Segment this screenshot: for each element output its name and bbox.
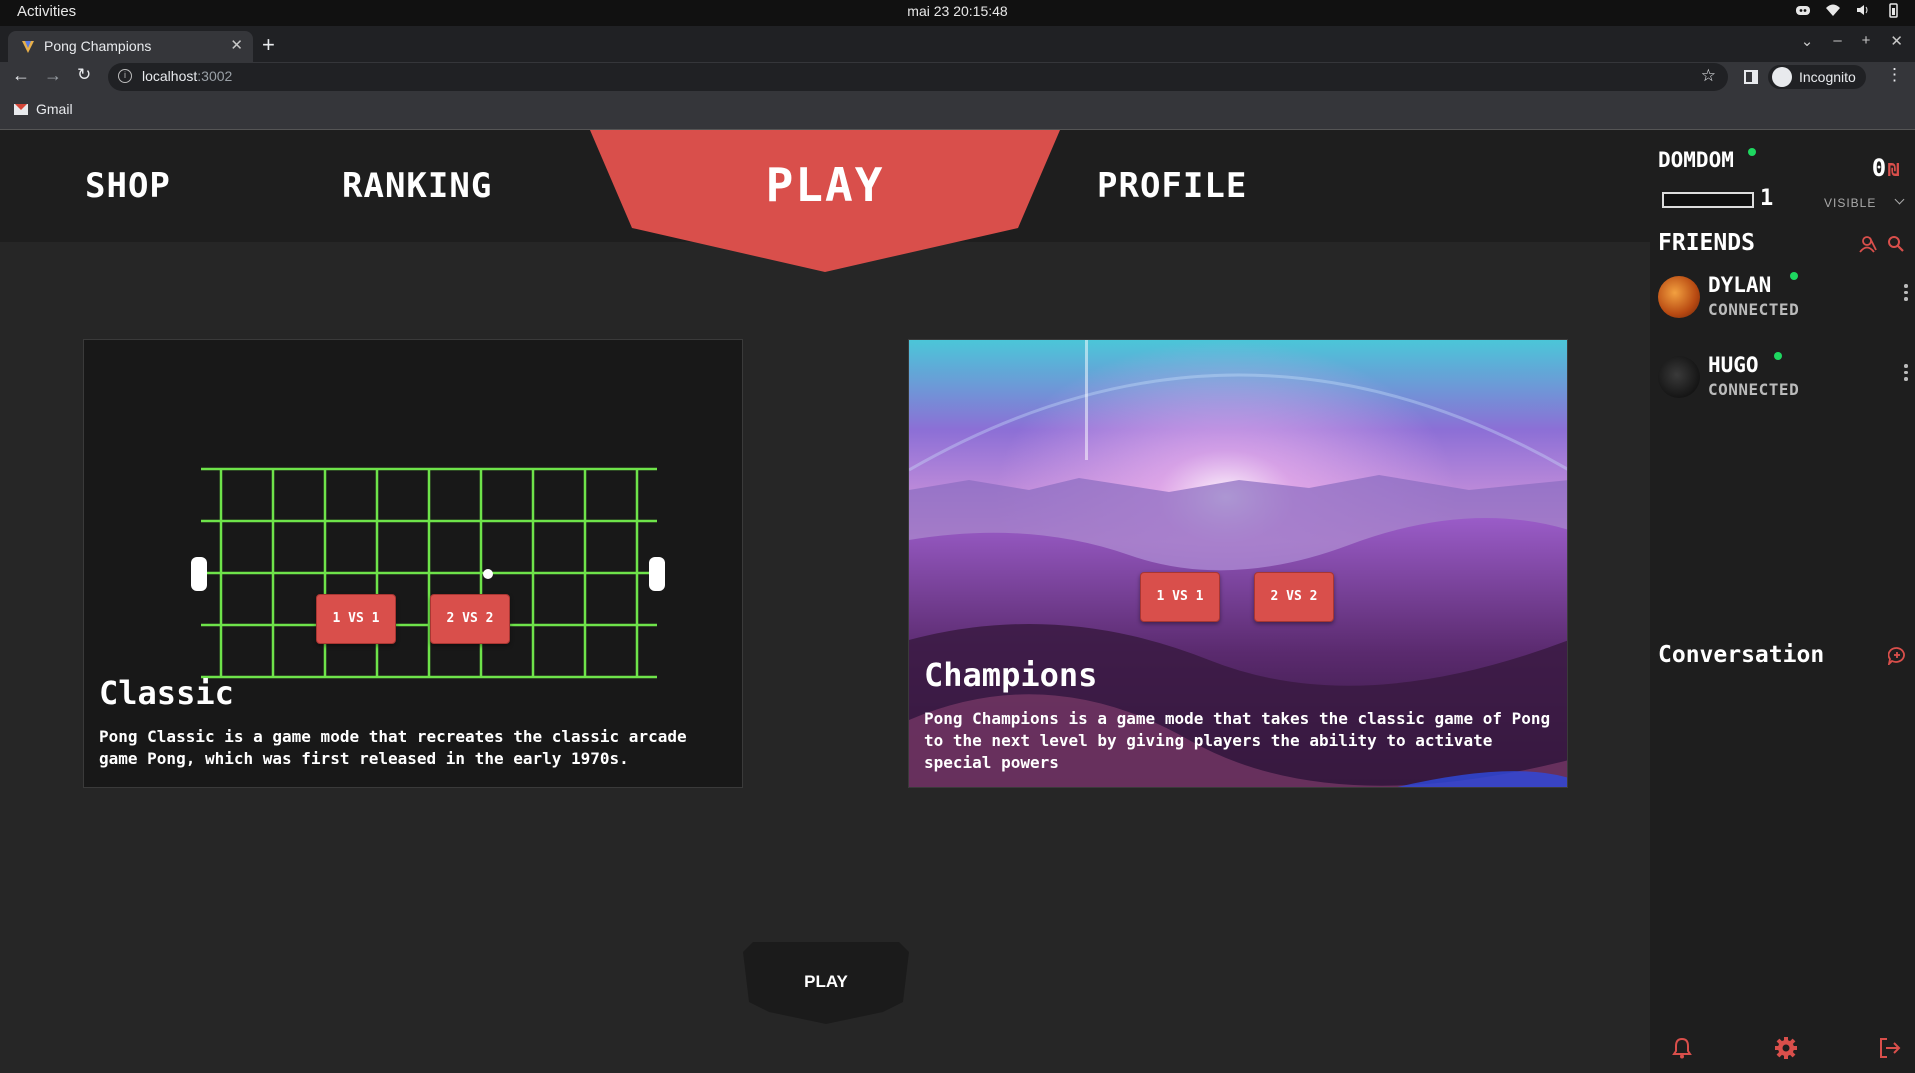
friend-name: HUGO [1708,353,1759,377]
friend-item[interactable]: HUGO CONNECTED [1658,350,1908,406]
currency-icon: ₪ [1888,160,1899,181]
friend-name: DYLAN [1708,273,1772,297]
close-window-icon[interactable]: ✕ [1890,32,1903,50]
tab-title: Pong Champions [44,38,152,54]
os-clock[interactable]: mai 23 20:15:48 [0,3,1915,19]
avatar [1658,276,1700,318]
classic-2v2-button[interactable]: 2 VS 2 [430,594,510,644]
friends-title: FRIENDS [1658,230,1755,256]
browser-toolbar: ← → ↻ i localhost:3002 ☆ Incognito ⋮ [0,62,1915,92]
gmail-icon [14,103,28,115]
champions-description: Pong Champions is a game mode that takes… [924,709,1551,772]
more-options-icon[interactable] [1904,364,1908,384]
search-icon[interactable] [1887,235,1905,258]
friend-status: CONNECTED [1708,380,1800,399]
online-status-dot [1774,352,1782,360]
site-info-icon[interactable]: i [118,69,132,83]
xp-progress-bar [1662,192,1754,208]
minimize-icon[interactable]: – [1833,32,1841,50]
window-controls: ⌄ – + ✕ [1801,32,1903,50]
discord-icon[interactable] [1795,2,1811,20]
visibility-select[interactable]: VISIBLE [1824,196,1876,210]
back-icon[interactable]: ← [12,65,30,86]
bookmark-label: Gmail [36,101,73,117]
close-tab-icon[interactable]: ✕ [230,36,243,54]
os-top-bar: Activities mai 23 20:15:48 [0,0,1915,26]
classic-1v1-button[interactable]: 1 VS 1 [316,594,396,644]
champions-2v2-button[interactable]: 2 VS 2 [1254,572,1334,622]
browser-tab-bar: Pong Champions ✕ + ⌄ – + ✕ [0,26,1915,62]
left-paddle [191,557,207,591]
avatar [1658,356,1700,398]
play-button-label: PLAY [804,972,848,991]
nav-profile[interactable]: PROFILE [1097,166,1247,206]
url-text[interactable]: localhost:3002 [142,68,232,84]
pong-ball [483,569,493,579]
side-panel: DOMDOM 0 ₪ 1 VISIBLE FRIENDS DYLAN CONNEC… [1650,130,1915,1073]
champions-title: Champions [924,656,1098,694]
incognito-icon [1772,67,1792,87]
pong-grid-illustration [191,467,665,679]
coin-balance: 0 ₪ [1871,154,1899,182]
nav-play[interactable]: PLAY [590,130,1060,272]
classic-description: Pong Classic is a game mode that recreat… [99,727,687,768]
bell-icon[interactable] [1672,1037,1692,1064]
system-tray[interactable] [1795,2,1901,20]
friend-item[interactable]: DYLAN CONNECTED [1658,270,1908,326]
logout-icon[interactable] [1878,1037,1902,1064]
nav-play-label: PLAY [765,158,885,212]
friend-status: CONNECTED [1708,300,1800,319]
bookmark-star-icon[interactable]: ☆ [1701,66,1716,86]
nav-shop[interactable]: SHOP [85,166,171,206]
new-tab-button[interactable]: + [262,32,275,58]
gear-icon[interactable] [1774,1036,1798,1065]
chevron-down-icon[interactable] [1894,194,1905,205]
online-status-dot [1790,272,1798,280]
bookmark-gmail[interactable]: Gmail [14,101,73,117]
wifi-icon[interactable] [1825,2,1841,20]
forward-icon[interactable]: → [44,65,62,86]
pong-favicon-icon [20,39,36,55]
side-panel-icon[interactable] [1744,70,1758,84]
level-number: 1 [1760,186,1774,211]
more-options-icon[interactable] [1904,284,1908,304]
add-conversation-icon[interactable] [1887,647,1906,670]
incognito-badge[interactable]: Incognito [1768,65,1866,89]
mode-card-champions[interactable]: 1 VS 1 2 VS 2 Champions Pong Champions i… [908,339,1568,788]
bookmarks-bar: Gmail [0,92,1915,130]
nav-ranking[interactable]: RANKING [342,166,492,206]
tab-search-icon[interactable]: ⌄ [1801,32,1814,50]
right-paddle [649,557,665,591]
classic-title: Classic [99,674,234,712]
app-root: SHOP RANKING PROFILE PLAY 1 VS 1 2 VS 2 … [0,130,1915,1073]
maximize-icon[interactable]: + [1862,32,1871,50]
mode-card-classic[interactable]: 1 VS 1 2 VS 2 Classic Pong Classic is a … [83,339,743,788]
champions-1v1-button[interactable]: 1 VS 1 [1140,572,1220,622]
conversation-title: Conversation [1658,642,1825,668]
username[interactable]: DOMDOM [1658,148,1734,172]
play-button[interactable]: PLAY [743,942,909,1024]
online-status-dot [1748,148,1756,156]
address-bar[interactable]: i localhost:3002 ☆ [108,63,1728,91]
add-friend-icon[interactable] [1859,235,1877,258]
reload-icon[interactable]: ↻ [77,65,91,85]
volume-icon[interactable] [1855,2,1871,20]
browser-menu-icon[interactable]: ⋮ [1886,65,1903,85]
incognito-label: Incognito [1799,69,1856,85]
browser-tab[interactable]: Pong Champions ✕ [8,31,253,62]
battery-icon[interactable] [1885,2,1901,20]
